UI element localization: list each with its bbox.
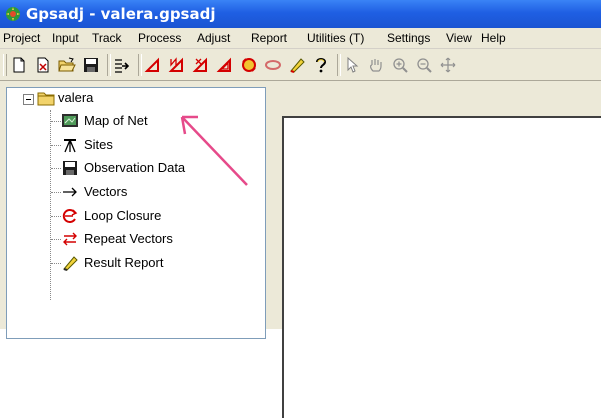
tree-item-sites[interactable]: Sites bbox=[84, 137, 113, 153]
toolbar-grip[interactable] bbox=[3, 54, 7, 76]
toolbar-separator bbox=[138, 54, 142, 76]
zoom-in-icon[interactable] bbox=[391, 56, 409, 74]
app-logo-icon bbox=[5, 6, 21, 22]
menu-input[interactable]: Input bbox=[52, 30, 79, 46]
move-icon[interactable] bbox=[439, 56, 457, 74]
save-disk-icon bbox=[61, 160, 79, 176]
pencil-icon[interactable] bbox=[288, 56, 306, 74]
menu-help[interactable]: Help bbox=[481, 30, 506, 46]
tree-guide-line bbox=[51, 192, 61, 193]
triangle-x-icon[interactable] bbox=[192, 56, 210, 74]
menu-report[interactable]: Report bbox=[251, 30, 287, 46]
pointer-icon[interactable] bbox=[343, 56, 361, 74]
tree-item-observation-data[interactable]: Observation Data bbox=[84, 160, 185, 176]
tree-guide-line bbox=[51, 145, 61, 146]
save-disk-icon[interactable] bbox=[82, 56, 100, 74]
triangle-tool-icon[interactable] bbox=[144, 56, 162, 74]
project-tree[interactable]: valera Map of Net Sites Observation Data… bbox=[6, 87, 266, 339]
map-icon bbox=[61, 113, 79, 129]
content-area: valera Map of Net Sites Observation Data… bbox=[0, 81, 601, 418]
hand-pan-icon[interactable] bbox=[367, 56, 385, 74]
open-folder-icon[interactable] bbox=[58, 56, 76, 74]
collapse-toggle-icon[interactable] bbox=[23, 94, 34, 105]
menu-adjust[interactable]: Adjust bbox=[197, 30, 230, 46]
toolbar bbox=[0, 49, 601, 81]
menu-process[interactable]: Process bbox=[138, 30, 181, 46]
menu-settings[interactable]: Settings bbox=[387, 30, 430, 46]
loop-icon bbox=[61, 208, 79, 224]
tree-item-result-report[interactable]: Result Report bbox=[84, 255, 163, 271]
toolbar-separator bbox=[107, 54, 111, 76]
repeat-icon[interactable] bbox=[264, 56, 282, 74]
menu-project[interactable]: Project bbox=[3, 30, 40, 46]
menu-view[interactable]: View bbox=[446, 30, 472, 46]
triangle-double-icon[interactable] bbox=[216, 56, 234, 74]
title-bar: Gpsadj - valera.gpsadj bbox=[0, 0, 601, 28]
tree-root-label[interactable]: valera bbox=[58, 90, 93, 106]
zoom-out-icon[interactable] bbox=[415, 56, 433, 74]
menu-utilities[interactable]: Utilities (T) bbox=[307, 30, 364, 46]
tripod-icon bbox=[61, 137, 79, 153]
new-file-icon[interactable] bbox=[10, 56, 28, 74]
menu-track[interactable]: Track bbox=[92, 30, 122, 46]
tree-item-map-of-net[interactable]: Map of Net bbox=[84, 113, 148, 129]
tree-guide-line bbox=[51, 168, 61, 169]
loop-icon[interactable] bbox=[240, 56, 258, 74]
tree-item-vectors[interactable]: Vectors bbox=[84, 184, 127, 200]
question-icon[interactable] bbox=[312, 56, 330, 74]
triangle-n-icon[interactable] bbox=[168, 56, 186, 74]
tree-guide-line bbox=[51, 216, 61, 217]
close-file-icon[interactable] bbox=[34, 56, 52, 74]
repeat-arrows-icon bbox=[61, 231, 79, 247]
tree-guide-line bbox=[51, 263, 61, 264]
arrow-right-icon bbox=[61, 184, 79, 200]
tree-item-loop-closure[interactable]: Loop Closure bbox=[84, 208, 161, 224]
tree-item-repeat-vectors[interactable]: Repeat Vectors bbox=[84, 231, 173, 247]
tree-guide-line bbox=[51, 121, 61, 122]
pencil-icon bbox=[61, 255, 79, 271]
window-title: Gpsadj - valera.gpsadj bbox=[26, 5, 216, 23]
menu-bar: Project Input Track Process Adjust Repor… bbox=[0, 28, 601, 49]
tree-guide-line bbox=[50, 110, 51, 300]
folder-icon bbox=[37, 90, 55, 106]
toolbar-separator bbox=[337, 54, 341, 76]
import-arrow-icon[interactable] bbox=[113, 56, 131, 74]
main-view-panel[interactable] bbox=[282, 116, 601, 418]
tree-guide-line bbox=[51, 239, 61, 240]
